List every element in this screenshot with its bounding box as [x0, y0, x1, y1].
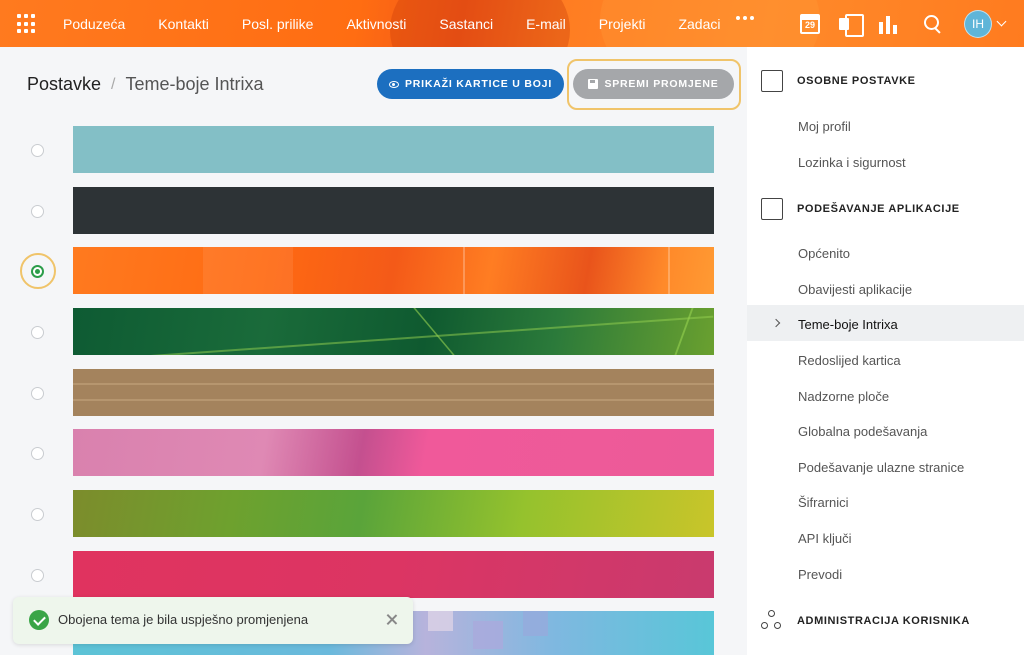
theme-radio[interactable]	[31, 144, 44, 157]
section-label: PODEŠAVANJE APLIKACIJE	[797, 203, 960, 215]
sidebar-item-global-settings[interactable]: Globalna podešavanja	[798, 424, 927, 439]
theme-row[interactable]	[0, 490, 740, 538]
section-label: OSOBNE POSTAVKE	[797, 75, 916, 87]
theme-radio[interactable]	[31, 447, 44, 460]
section-app-settings: PODEŠAVANJE APLIKACIJE	[747, 194, 1024, 224]
theme-row[interactable]	[0, 187, 740, 235]
section-label: ADMINISTRACIJA KORISNIKA	[797, 615, 970, 627]
theme-row[interactable]	[0, 247, 740, 295]
theme-row[interactable]	[0, 369, 740, 417]
sidebar-item-card-order[interactable]: Redoslijed kartica	[798, 353, 901, 368]
main-nav: Poduzeća Kontakti Posl. prilike Aktivnos…	[63, 0, 753, 47]
more-dots-icon[interactable]	[736, 16, 754, 20]
selected-theme-highlight	[20, 253, 56, 289]
eye-icon	[388, 80, 399, 88]
nav-item-meetings[interactable]: Sastanci	[439, 16, 493, 32]
nav-item-projects[interactable]: Projekti	[599, 16, 646, 32]
sidebar-item-my-profile[interactable]: Moj profil	[798, 119, 851, 134]
sidebar-item-app-notifications[interactable]: Obavijesti aplikacije	[798, 282, 912, 297]
calendar-icon[interactable]: 29	[800, 13, 820, 34]
theme-swatch-crimson[interactable]	[73, 551, 714, 598]
sidebar-item-password-security[interactable]: Lozinka i sigurnost	[798, 155, 906, 170]
section-personal-settings: OSOBNE POSTAVKE	[747, 66, 1024, 96]
theme-row[interactable]	[0, 126, 740, 174]
nav-item-companies[interactable]: Poduzeća	[63, 16, 125, 32]
page-title: Teme-boje Intrixa	[125, 74, 264, 94]
theme-swatch-pink[interactable]	[73, 429, 714, 476]
breadcrumb-separator: /	[111, 75, 116, 93]
toast-message: Obojena tema je bila uspješno promjenjen…	[58, 612, 309, 627]
theme-swatch-orange[interactable]	[73, 247, 714, 294]
save-changes-label: SPREMI PROMJENE	[604, 78, 719, 90]
sidebar-item-code-lists[interactable]: Šifrarnici	[798, 495, 849, 510]
show-colored-cards-label: PRIKAŽI KARTICE U BOJI	[404, 78, 553, 90]
notes-icon[interactable]	[839, 13, 864, 37]
avatar[interactable]: IH	[964, 9, 992, 38]
theme-radio[interactable]	[31, 205, 44, 218]
sidebar-item-api-keys[interactable]: API ključi	[798, 531, 851, 546]
floppy-disk-icon	[588, 79, 599, 89]
chevron-down-icon[interactable]	[996, 16, 1007, 27]
close-icon[interactable]	[385, 613, 399, 627]
theme-swatch-green-forest[interactable]	[73, 308, 714, 355]
theme-swatch-wood[interactable]	[73, 369, 714, 416]
top-icons: 29 IH	[800, 0, 1007, 47]
theme-swatch-lime[interactable]	[73, 490, 714, 537]
show-colored-cards-button[interactable]: PRIKAŽI KARTICE U BOJI	[377, 69, 564, 99]
save-changes-button[interactable]: SPREMI PROMJENE	[573, 69, 734, 99]
users-icon	[761, 610, 783, 632]
theme-radio[interactable]	[31, 326, 44, 339]
theme-row[interactable]	[0, 429, 740, 477]
theme-radio[interactable]	[31, 387, 44, 400]
search-icon[interactable]	[924, 14, 942, 33]
theme-radio[interactable]	[31, 569, 44, 582]
section-user-admin: ADMINISTRACIJA KORISNIKA	[747, 606, 1024, 636]
nav-item-tasks[interactable]: Zadaci	[678, 16, 720, 32]
sidebar-item-color-themes[interactable]: Teme-boje Intrixa	[798, 317, 898, 332]
theme-swatch-dark-gray[interactable]	[73, 187, 714, 234]
top-navigation-bar: Poduzeća Kontakti Posl. prilike Aktivnos…	[0, 0, 1024, 47]
success-toast: Obojena tema je bila uspješno promjenjen…	[13, 597, 413, 644]
sidebar-item-general[interactable]: Općenito	[798, 246, 850, 261]
dashboard-gauge-icon	[761, 198, 783, 220]
id-card-icon	[761, 70, 783, 92]
settings-sidebar: OSOBNE POSTAVKE Moj profil Lozinka i sig…	[747, 47, 1024, 655]
theme-swatch-light-teal[interactable]	[73, 126, 714, 173]
check-circle-icon	[29, 610, 49, 630]
breadcrumb: Postavke / Teme-boje Intrixa	[27, 74, 264, 95]
theme-radio[interactable]	[31, 508, 44, 521]
sidebar-item-dashboards[interactable]: Nadzorne ploče	[798, 389, 889, 404]
theme-row[interactable]	[0, 308, 740, 356]
nav-item-opportunities[interactable]: Posl. prilike	[242, 16, 314, 32]
sidebar-item-landing-page-settings[interactable]: Podešavanje ulazne stranice	[798, 460, 964, 475]
nav-item-contacts[interactable]: Kontakti	[158, 16, 209, 32]
apps-grid-icon[interactable]	[17, 14, 37, 34]
calendar-day: 29	[804, 19, 815, 30]
sidebar-item-translations[interactable]: Prevodi	[798, 567, 842, 582]
nav-item-email[interactable]: E-mail	[526, 16, 566, 32]
nav-item-activities[interactable]: Aktivnosti	[346, 16, 406, 32]
bar-chart-icon[interactable]	[879, 14, 899, 34]
theme-row[interactable]	[0, 551, 740, 599]
breadcrumb-root[interactable]: Postavke	[27, 74, 101, 95]
